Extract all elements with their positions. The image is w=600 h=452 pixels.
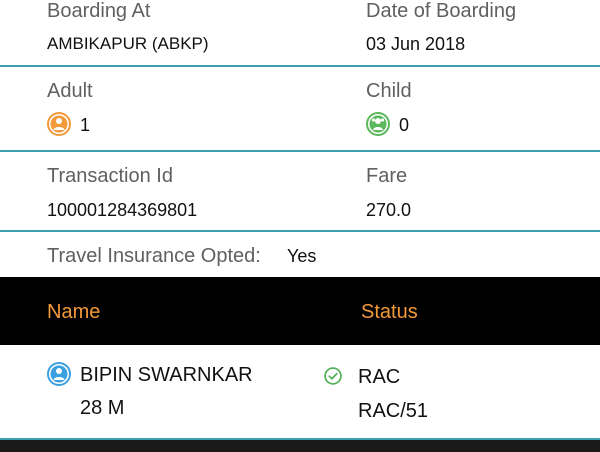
adult-label: Adult — [47, 80, 93, 102]
name-column-header: Name — [47, 301, 101, 323]
date-of-boarding-value: 03 Jun 2018 — [366, 34, 466, 54]
boarding-at-value: AMBIKAPUR (ABKP) — [47, 34, 209, 53]
passenger-table-header: Name Status — [0, 277, 600, 345]
passenger-avatar-icon — [47, 362, 71, 386]
passenger-name: BIPIN SWARNKAR — [80, 364, 253, 386]
booking-status-detail: RAC/51 — [358, 400, 429, 422]
adult-person-icon — [47, 112, 71, 136]
check-circle-icon — [324, 367, 342, 385]
status-column-header: Status — [361, 301, 418, 323]
booking-status: RAC — [358, 366, 401, 388]
fare-value: 270.0 — [366, 200, 412, 220]
travel-insurance-value: Yes — [287, 246, 317, 266]
passenger-age-gender: 28 M — [80, 397, 125, 419]
child-label: Child — [366, 80, 412, 102]
boarding-at-label: Boarding At — [47, 0, 151, 22]
transaction-id-value: 100001284369801 — [47, 200, 198, 220]
transaction-id-label: Transaction Id — [47, 165, 173, 187]
child-person-icon — [366, 112, 390, 136]
travel-insurance-label: Travel Insurance Opted: — [47, 245, 261, 267]
separator — [0, 150, 600, 152]
separator — [0, 230, 600, 232]
date-of-boarding-label: Date of Boarding — [366, 0, 517, 22]
adult-count: 1 — [80, 115, 91, 135]
child-count: 0 — [399, 115, 410, 135]
separator — [0, 65, 600, 67]
fare-label: Fare — [366, 165, 408, 187]
